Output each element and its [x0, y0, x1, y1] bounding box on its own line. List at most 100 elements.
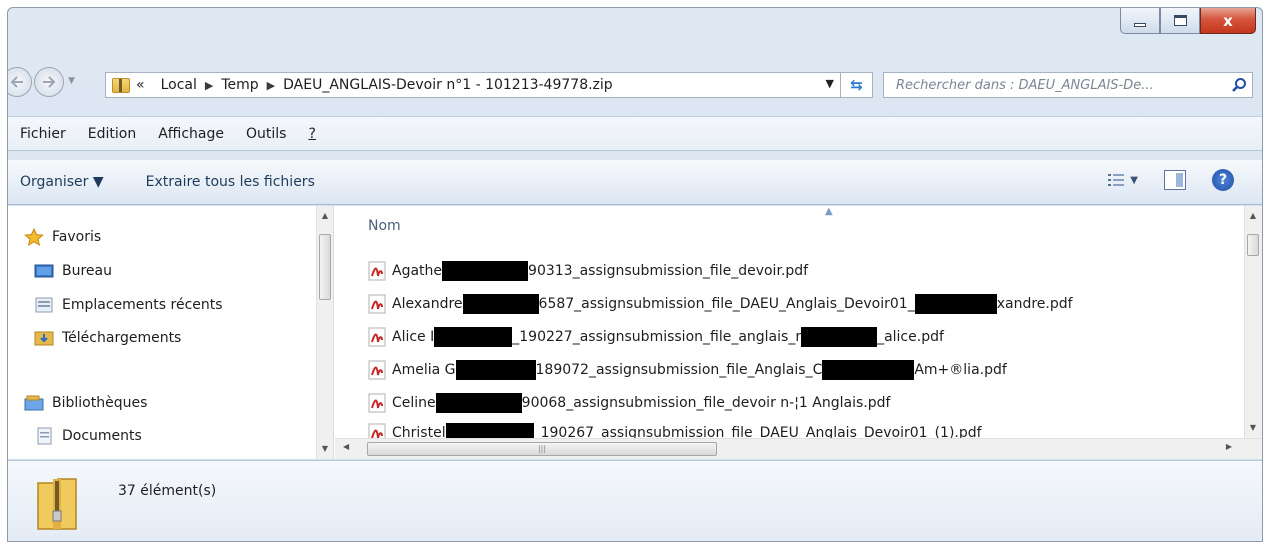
close-button[interactable]: x [1200, 8, 1256, 34]
chevron-right-icon[interactable]: ▶ [267, 79, 275, 92]
file-name-mid: 6587_assignsubmission_file_DAEU_Anglais_… [538, 296, 915, 312]
star-icon [24, 228, 44, 246]
menu-bar: Fichier Edition Affichage Outils ? [8, 116, 1262, 151]
address-row: ▼ « Local ▶ Temp ▶ DAEU_ANGLAIS-Devoir n… [8, 63, 1262, 99]
pdf-icon [368, 327, 386, 347]
maximize-icon [1173, 15, 1187, 26]
file-row[interactable]: Alice I _190227_assignsubmission_file_an… [368, 327, 944, 347]
pdf-icon [368, 360, 386, 380]
libraries-icon [24, 394, 44, 412]
redaction-bar [455, 360, 536, 380]
chevron-down-icon[interactable]: ▼ [1130, 175, 1138, 186]
caption-buttons: x [1120, 8, 1256, 34]
nav-favorites[interactable]: Favoris [24, 228, 101, 246]
forward-button[interactable] [34, 67, 64, 97]
file-row[interactable]: Amelia G 189072_assignsubmission_file_An… [368, 360, 1007, 380]
menu-affichage[interactable]: Affichage [158, 126, 224, 142]
refresh-button[interactable]: ⇆ [840, 73, 872, 97]
zip-folder-icon [37, 478, 77, 530]
nav-item-label: Documents [62, 428, 142, 444]
scroll-up-icon[interactable]: ▲ [317, 208, 333, 224]
address-overflow[interactable]: « [136, 77, 145, 93]
documents-icon [34, 427, 54, 445]
file-name-start: Agathe [392, 263, 443, 279]
file-name-end: _alice.pdf [877, 329, 944, 345]
address-dropdown[interactable]: ▼ [826, 77, 834, 90]
recent-places-icon [34, 296, 54, 314]
redaction-bar [442, 261, 529, 281]
pdf-icon [368, 261, 386, 281]
file-row[interactable]: Agathe 90313_assignsubmission_file_devoi… [368, 261, 808, 281]
file-pane-vertical-scrollbar[interactable]: ▲ ▼ [1244, 206, 1262, 438]
search-icon [1232, 78, 1246, 92]
nav-item-documents[interactable]: Documents [34, 427, 142, 445]
extract-all-button[interactable]: Extraire tous les fichiers [146, 174, 315, 190]
search-input[interactable]: Rechercher dans : DAEU_ANGLAIS-De... [883, 72, 1253, 98]
file-name-end: xandre.pdf [996, 296, 1073, 312]
organize-button[interactable]: Organiser ▼ [20, 174, 104, 190]
scrollbar-thumb[interactable] [1247, 234, 1259, 256]
preview-pane-icon[interactable] [1164, 170, 1186, 190]
column-header-name[interactable]: Nom [368, 218, 401, 234]
file-row[interactable]: Alexandre 6587_assignsubmission_file_DAE… [368, 294, 1073, 314]
breadcrumb-temp[interactable]: Temp [221, 77, 258, 93]
redaction-bar [822, 360, 915, 380]
breadcrumb-zip[interactable]: DAEU_ANGLAIS-Devoir n°1 - 101213-49778.z… [283, 77, 613, 93]
scroll-left-icon[interactable]: ◀ [343, 442, 349, 451]
command-bar: Organiser ▼ Extraire tous les fichiers ▼… [8, 160, 1262, 205]
menu-edition[interactable]: Edition [88, 126, 136, 142]
recent-pages-dropdown[interactable]: ▼ [68, 76, 75, 86]
scroll-down-icon[interactable]: ▼ [317, 441, 333, 457]
file-name-mid: 189072_assignsubmission_file_Anglais_C [535, 362, 823, 378]
menu-fichier[interactable]: Fichier [20, 126, 66, 142]
nav-item-label: Téléchargements [62, 330, 182, 346]
desktop-icon [34, 262, 54, 280]
maximize-button[interactable] [1160, 8, 1200, 34]
content-area: Favoris Bureau Emplacements récents Télé… [8, 206, 1262, 459]
nav-item-downloads[interactable]: Téléchargements [34, 329, 181, 347]
back-button[interactable] [8, 67, 32, 97]
item-count: 37 élément(s) [118, 483, 217, 499]
nav-favorites-label: Favoris [52, 229, 102, 245]
nav-item-label: Emplacements récents [62, 297, 223, 313]
change-view-button[interactable]: ▼ [1108, 173, 1138, 187]
chevron-right-icon[interactable]: ▶ [205, 79, 213, 92]
file-name-start: Alice I [392, 329, 435, 345]
file-row[interactable]: Celine 90068_assignsubmission_file_devoi… [368, 393, 890, 413]
redaction-bar [801, 327, 878, 347]
nav-libraries-label: Bibliothèques [52, 395, 148, 411]
scrollbar-thumb[interactable] [319, 234, 331, 300]
nav-item-bureau[interactable]: Bureau [34, 262, 112, 280]
pdf-icon [368, 393, 386, 413]
file-name-rest: 90313_assignsubmission_file_devoir.pdf [528, 263, 809, 279]
minimize-button[interactable] [1120, 8, 1160, 34]
details-pane: 37 élément(s) [8, 460, 1262, 541]
breadcrumb-local[interactable]: Local [161, 77, 197, 93]
nav-pane-scrollbar[interactable]: ▲ ▼ [316, 206, 333, 459]
file-pane-horizontal-scrollbar[interactable]: ◀ ||| ▶ [335, 438, 1262, 459]
redaction-bar [434, 327, 513, 347]
menu-outils[interactable]: Outils [246, 126, 286, 142]
file-name-start: Alexandre [392, 296, 463, 312]
search-placeholder: Rechercher dans : DAEU_ANGLAIS-De... [896, 77, 1154, 93]
redaction-bar [462, 294, 539, 314]
pdf-icon [368, 294, 386, 314]
downloads-folder-icon [34, 329, 54, 347]
scroll-down-icon[interactable]: ▼ [1245, 420, 1261, 436]
nav-item-label: Bureau [62, 263, 112, 279]
nav-libraries[interactable]: Bibliothèques [24, 394, 147, 412]
file-name-start: Celine [392, 395, 436, 411]
scroll-up-icon[interactable]: ▲ [1245, 208, 1261, 224]
scrollbar-thumb[interactable]: ||| [367, 442, 717, 456]
explorer-window: x ▼ « Local ▶ Temp ▶ DAEU_ANGLAIS-Devoir… [7, 7, 1263, 542]
help-icon[interactable]: ? [1212, 169, 1234, 191]
refresh-icon: ⇆ [850, 76, 863, 94]
scroll-right-icon[interactable]: ▶ [1226, 442, 1232, 451]
file-name-mid: _190227_assignsubmission_file_anglais_r [512, 329, 802, 345]
search-button[interactable] [1226, 77, 1252, 93]
arrow-right-icon [43, 76, 56, 88]
menu-help[interactable]: ? [308, 126, 315, 142]
address-bar[interactable]: « Local ▶ Temp ▶ DAEU_ANGLAIS-Devoir n°1… [105, 72, 873, 98]
nav-item-recent[interactable]: Emplacements récents [34, 296, 223, 314]
details-view-icon [1108, 174, 1125, 186]
